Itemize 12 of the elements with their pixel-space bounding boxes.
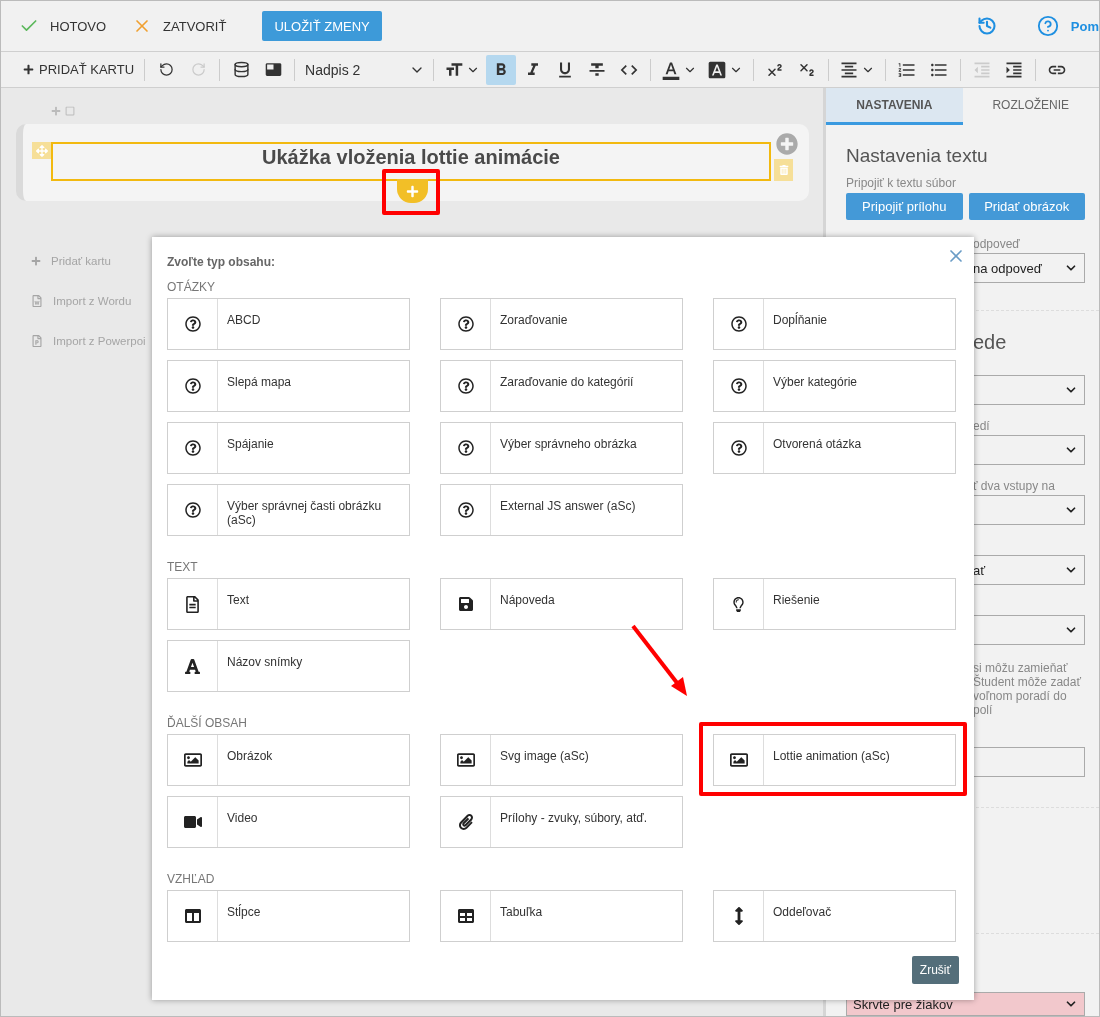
field-label: odpoveď: [973, 237, 1021, 251]
help-text: si môžu zamieňať Študent môže zadať voľnom poradí do polí: [973, 661, 1082, 717]
dialog-title: Zvoľte typ obsahu:: [167, 255, 276, 269]
section-label: VZHĽAD: [167, 872, 216, 886]
section-label: OTÁZKY: [167, 280, 216, 294]
card-title: Ukážka vloženia lottie animácie: [51, 142, 771, 181]
section-label: ĎALŠÍ OBSAH: [167, 716, 249, 730]
section-label: TEXT: [167, 560, 199, 574]
section-heading: ede: [973, 330, 1008, 354]
field-label: Pripojiť k textu súbor: [846, 176, 957, 190]
panel-heading: Nastavenia textu: [846, 145, 989, 167]
field-label: edí: [973, 419, 991, 433]
